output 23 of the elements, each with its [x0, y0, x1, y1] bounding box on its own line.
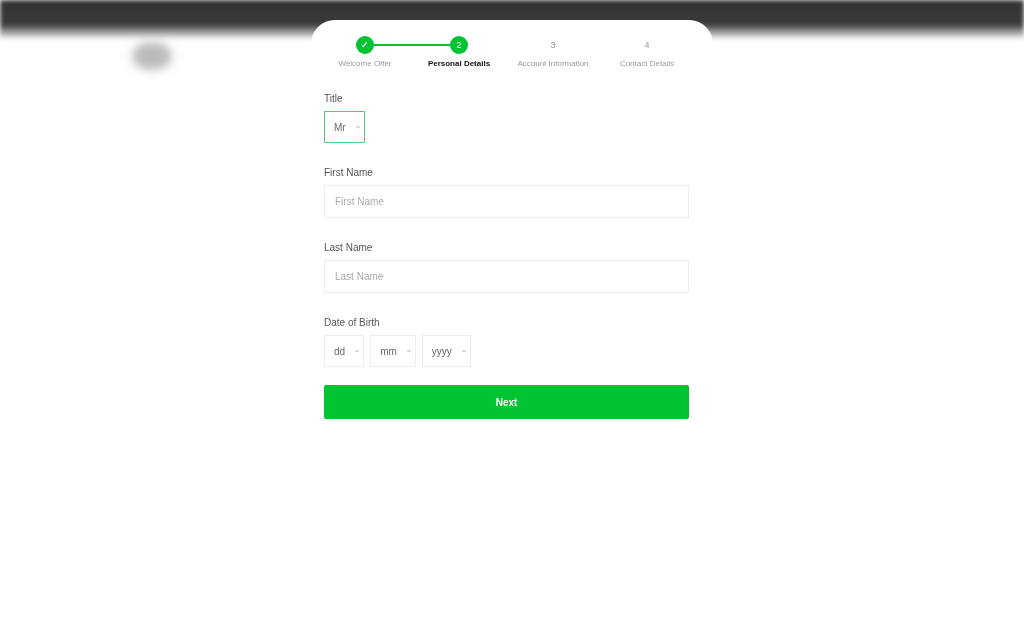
field-label: Title	[324, 93, 344, 104]
step-label: Welcome Offer	[338, 59, 392, 68]
step-number: 4	[643, 39, 651, 52]
field-label: Date of Birth	[324, 317, 381, 328]
step-number: ✓	[356, 36, 374, 54]
select-field[interactable]: Mr	[324, 111, 365, 143]
step-label: Contact Details	[619, 59, 675, 68]
step-number: 3	[549, 39, 557, 52]
step-number: 2	[450, 36, 468, 54]
caret-icon	[355, 350, 360, 352]
caret-icon	[406, 350, 411, 352]
caret-icon	[355, 126, 360, 128]
text-field[interactable]: Last Name	[324, 260, 689, 293]
blurred-logo	[132, 42, 172, 70]
select-field[interactable]: yyyy	[421, 335, 471, 367]
step-label: Personal Details	[427, 59, 491, 68]
field-label: Last Name	[324, 242, 374, 253]
caret-icon	[461, 350, 466, 352]
step-label: Account Information	[517, 59, 589, 68]
select-field[interactable]: mm	[370, 335, 416, 367]
field-label: First Name	[324, 167, 374, 178]
select-field[interactable]: dd	[324, 335, 365, 367]
text-field[interactable]: First Name	[324, 185, 689, 218]
